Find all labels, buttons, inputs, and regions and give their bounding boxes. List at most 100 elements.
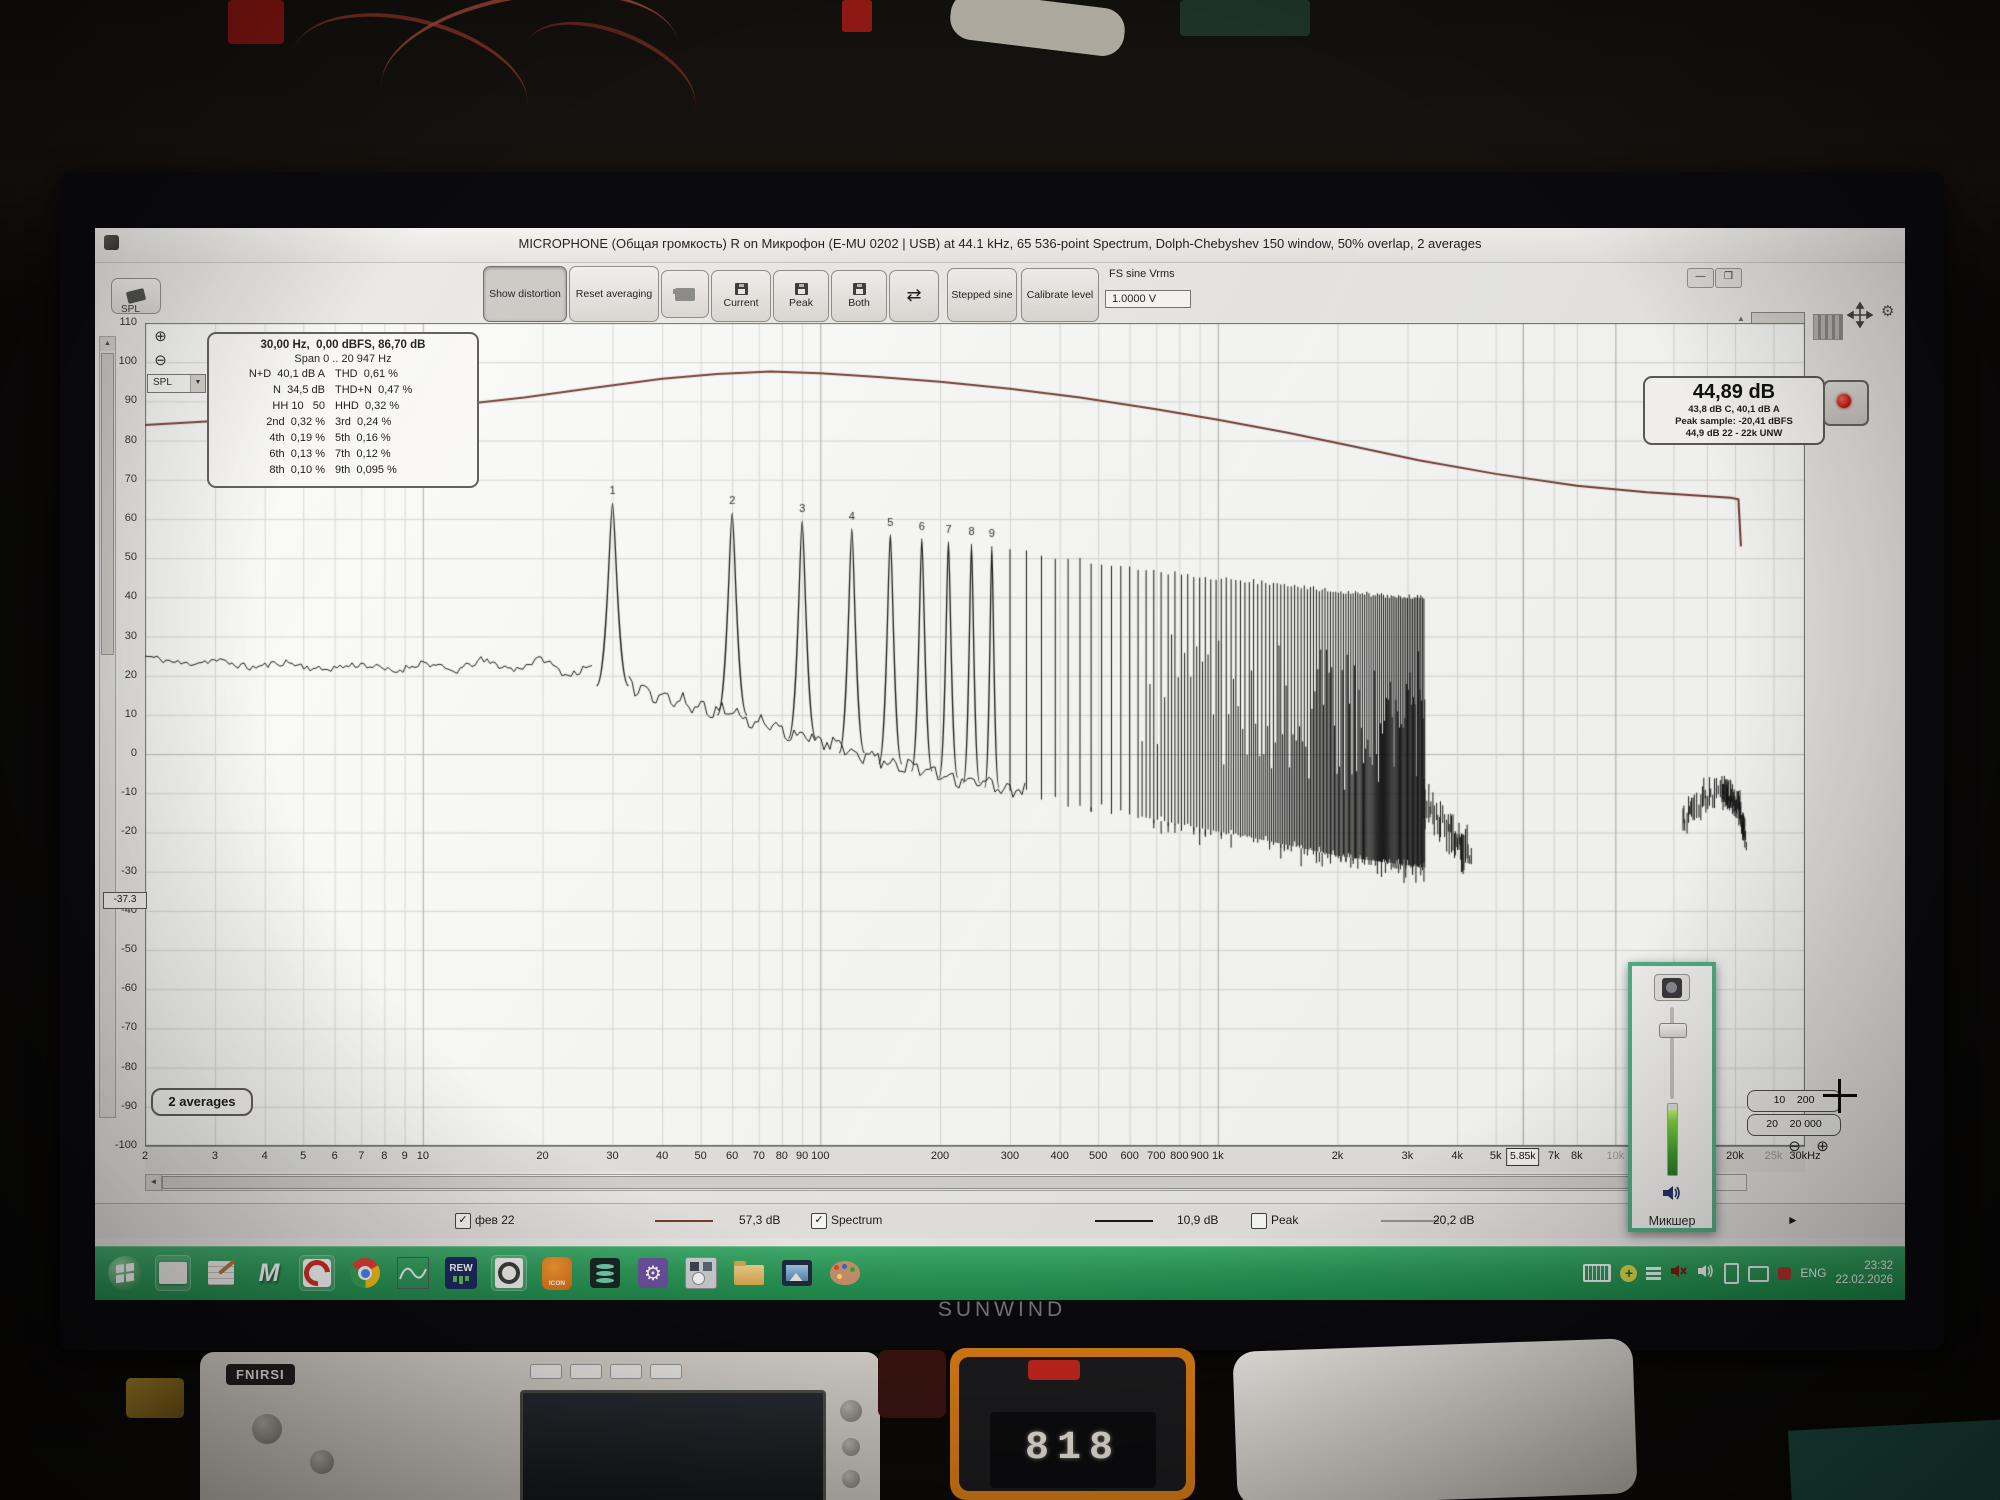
statusbar-right-arrow-icon[interactable]: ► <box>1787 1213 1799 1227</box>
clock[interactable]: 23:32 22.02.2026 <box>1835 1259 1893 1288</box>
icon-orange-app[interactable]: ICON <box>539 1255 575 1291</box>
blank-window-app[interactable] <box>155 1255 191 1291</box>
horizontal-scrollbar[interactable]: ◄ <box>145 1174 1747 1191</box>
vertical-scroll-thumb[interactable] <box>101 353 114 655</box>
open-file-button[interactable] <box>661 270 709 318</box>
titlebar: MICROPHONE (Общая громкость) R on Микроф… <box>95 228 1905 263</box>
plus-tray-icon[interactable]: + <box>1620 1265 1637 1282</box>
waveform-app[interactable]: M <box>251 1255 287 1291</box>
settings-gear-app[interactable]: ⚙ <box>635 1255 671 1291</box>
x-tick-label: 7 <box>358 1150 364 1162</box>
save-peak-button[interactable]: Peak <box>773 270 829 322</box>
red-badge-tray-icon[interactable] <box>1778 1267 1791 1280</box>
chevron-down-icon[interactable]: ▼ <box>190 375 205 392</box>
range-button-20-20000[interactable]: 20 20 000 <box>1747 1114 1841 1136</box>
red-object <box>878 1350 946 1418</box>
x-tick-label: 600 <box>1120 1150 1138 1162</box>
crosshair-cursor <box>1838 1079 1841 1113</box>
speaker-tray-icon[interactable] <box>1697 1263 1715 1284</box>
grip-icon <box>1813 314 1843 340</box>
y-tick-label: 110 <box>95 316 137 328</box>
notepad-app[interactable] <box>203 1255 239 1291</box>
info-cell: HHD 0,32 % <box>335 399 451 415</box>
scroll-up-icon[interactable]: ▲ <box>100 337 115 351</box>
volume-slider-handle[interactable] <box>1659 1023 1687 1038</box>
scroll-left-icon[interactable]: ◄ <box>146 1175 162 1190</box>
stepped-sine-label: Stepped sine <box>951 289 1012 301</box>
spinner-up-icon[interactable]: ▲ <box>1737 314 1745 323</box>
level-line3: Peak sample: -20,41 dBFS <box>1649 416 1819 428</box>
folder-explorer[interactable] <box>731 1255 767 1291</box>
volume-mixer-popup: Микшер <box>1628 962 1716 1232</box>
legend-color-line <box>655 1220 713 1222</box>
network-display-tray-icon[interactable] <box>1748 1266 1769 1282</box>
shelf-red-box-2 <box>842 0 872 32</box>
save-both-button[interactable]: Both <box>831 270 887 322</box>
stepped-sine-button[interactable]: Stepped sine <box>947 268 1017 322</box>
settings-gear-icon[interactable]: ⚙ <box>1881 302 1894 320</box>
mixer-panel-app[interactable] <box>683 1255 719 1291</box>
level-meter <box>1667 1103 1678 1176</box>
horizontal-scroll-thumb[interactable] <box>162 1176 1704 1189</box>
keyboard-tray-icon[interactable] <box>1583 1264 1611 1282</box>
fs-sine-vrms-value[interactable]: 1.0000 V <box>1105 290 1191 308</box>
scope-button <box>570 1364 602 1379</box>
language-indicator[interactable]: ENG <box>1800 1266 1826 1280</box>
x-tick-label: 7k <box>1548 1150 1560 1162</box>
vertical-scrollbar[interactable]: ▲ <box>99 336 116 1118</box>
calibrate-level-button[interactable]: Calibrate level <box>1021 268 1099 322</box>
start-button[interactable] <box>107 1255 143 1291</box>
info-cell: THD+N 0,47 % <box>335 383 451 399</box>
c-ring-app[interactable] <box>299 1255 335 1291</box>
save-current-label: Current <box>723 297 758 309</box>
record-icon <box>1837 394 1851 408</box>
audio-device-button[interactable] <box>1654 974 1690 1001</box>
volume-slider[interactable] <box>1632 1007 1712 1098</box>
multimeter: 818 <box>950 1348 1195 1500</box>
x-tick-label: 10k <box>1606 1150 1624 1162</box>
volume-slider-track[interactable] <box>1670 1007 1674 1098</box>
mixer-link[interactable]: Микшер <box>1649 1214 1696 1228</box>
oscilloscope-brand: FNIRSI <box>226 1364 295 1385</box>
zoom-in-button[interactable]: ⊕ <box>151 328 170 347</box>
legend-checkbox-Peak[interactable] <box>1251 1213 1267 1229</box>
level-main: 44,89 dB <box>1649 381 1819 404</box>
level-meter-fill <box>1668 1110 1677 1175</box>
minimize-button[interactable]: — <box>1687 268 1714 288</box>
desk-mat <box>1788 1419 2000 1500</box>
x-tick-label: 3 <box>212 1150 218 1162</box>
stack-tray-icon[interactable] <box>1646 1267 1661 1280</box>
restore-button[interactable]: ❐ <box>1715 268 1742 288</box>
x-tick-label: 8k <box>1571 1150 1583 1162</box>
loop-mode-button[interactable]: ⇄ <box>889 270 939 322</box>
scope-button <box>530 1364 562 1379</box>
monitor-brand: SUNWIND <box>60 1298 1944 1322</box>
plotter-app[interactable] <box>395 1255 431 1291</box>
record-button[interactable] <box>1823 380 1869 426</box>
muted-speaker-icon[interactable] <box>1670 1263 1688 1284</box>
rew-app[interactable]: REW <box>443 1255 479 1291</box>
save-current-button[interactable]: Current <box>711 270 771 322</box>
save-icon <box>735 283 748 295</box>
show-distortion-button[interactable]: Show distortion <box>483 266 567 322</box>
distortion-table: N+D 40,1 dB ATHD 0,61 %N 34,5 dBTHD+N 0,… <box>217 367 469 479</box>
clock-date: 22.02.2026 <box>1835 1273 1893 1287</box>
device-tray-icon[interactable] <box>1724 1263 1739 1284</box>
chrome-browser[interactable] <box>347 1255 383 1291</box>
x-zoom-out-button[interactable]: ⊖ <box>1785 1138 1804 1157</box>
legend-checkbox-фев 22[interactable]: ✓ <box>455 1213 471 1229</box>
x-zoom-in-button[interactable]: ⊕ <box>1813 1138 1832 1157</box>
legend-value: 20,2 dB <box>1433 1213 1474 1227</box>
reset-averaging-button[interactable]: Reset averaging <box>569 266 659 322</box>
mute-speaker-button[interactable] <box>1661 1184 1683 1207</box>
pan-cross-icon[interactable] <box>1847 302 1873 328</box>
info-cell: 2nd 0,32 % <box>217 415 335 431</box>
zoom-out-button[interactable]: ⊖ <box>151 352 170 371</box>
spl-selector[interactable]: SPL ▼ <box>147 374 206 393</box>
image-viewer-app[interactable] <box>779 1255 815 1291</box>
legend-checkbox-Spectrum[interactable]: ✓ <box>811 1213 827 1229</box>
audio-device-app[interactable] <box>491 1255 527 1291</box>
reset-averaging-label: Reset averaging <box>576 288 652 300</box>
paint-app[interactable] <box>827 1255 863 1291</box>
disk-stack-app[interactable] <box>587 1255 623 1291</box>
